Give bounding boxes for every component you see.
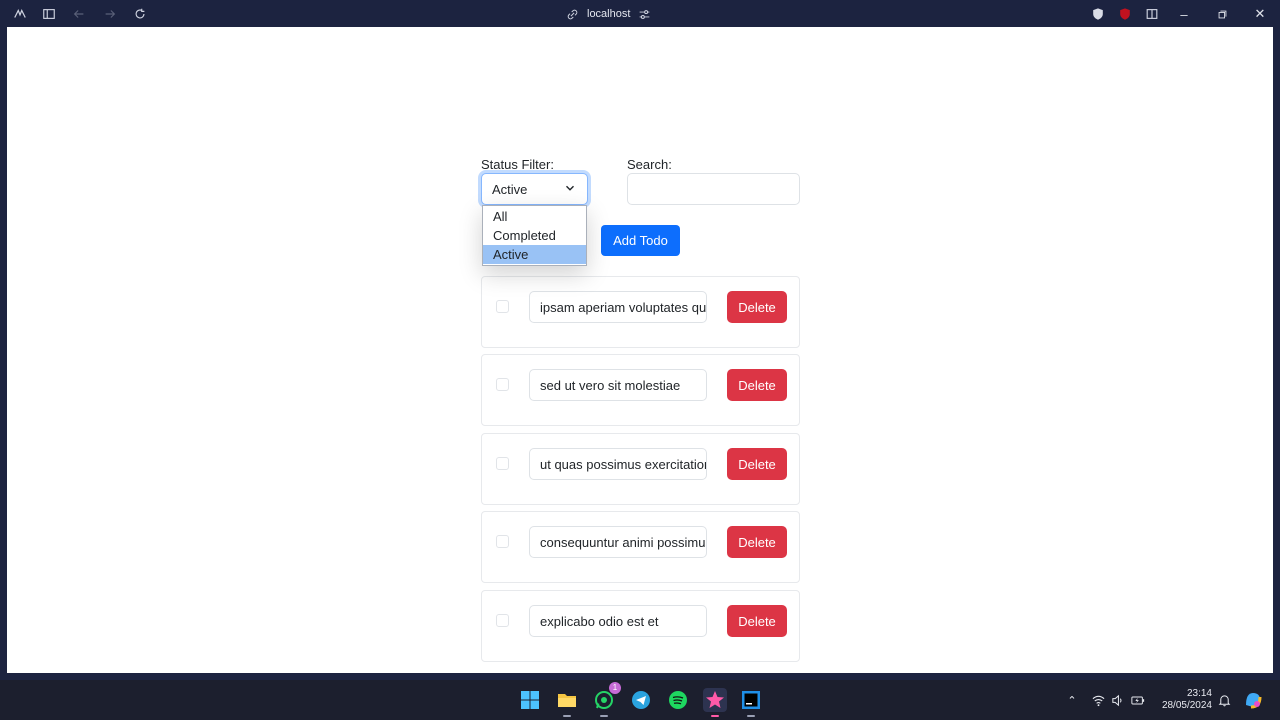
browser-titlebar: localhost – ✕ (0, 0, 1280, 27)
taskbar: 1 ⌃ 23:14 28/05/2024 (0, 680, 1280, 720)
sidebar-toggle-icon[interactable] (40, 5, 58, 23)
todo-checkbox[interactable] (496, 614, 509, 627)
status-filter-label: Status Filter: (481, 157, 554, 172)
delete-button[interactable]: Delete (727, 291, 787, 323)
link-icon (567, 9, 578, 19)
delete-button[interactable]: Delete (727, 448, 787, 480)
site-settings-icon[interactable] (638, 8, 651, 21)
notification-badge: 1 (609, 682, 621, 694)
running-indicator (747, 715, 755, 717)
search-label: Search: (627, 157, 672, 172)
clock-time: 23:14 (1186, 688, 1212, 699)
running-indicator (600, 715, 608, 717)
todo-text-input[interactable]: sed ut vero sit molestiae (529, 369, 707, 401)
chevron-down-icon (566, 185, 574, 191)
reload-icon[interactable] (131, 5, 149, 23)
option-active[interactable]: Active (483, 245, 586, 264)
webstorm-icon[interactable] (739, 688, 763, 717)
browser-logo-icon[interactable] (11, 5, 29, 23)
todo-checkbox[interactable] (496, 378, 509, 391)
todo-text-input[interactable]: ut quas possimus exercitationem (529, 448, 707, 480)
option-completed[interactable]: Completed (483, 226, 586, 245)
todo-item: ut quas possimus exercitationem Delete (481, 433, 800, 505)
notification-bell-icon[interactable] (1217, 693, 1231, 707)
delete-button[interactable]: Delete (727, 605, 787, 637)
option-all[interactable]: All (483, 207, 586, 226)
todo-item: explicabo odio est et Delete (481, 590, 800, 662)
spotify-icon[interactable] (666, 688, 690, 712)
restore-icon[interactable] (1213, 5, 1231, 23)
split-view-icon[interactable] (1143, 5, 1161, 23)
todo-text-input[interactable]: ipsam aperiam voluptates qui (529, 291, 707, 323)
address-bar[interactable]: localhost (566, 5, 651, 23)
address-text: localhost (587, 8, 631, 20)
file-explorer-icon[interactable] (555, 688, 579, 717)
status-filter-value: Active (492, 182, 528, 197)
telegram-icon[interactable] (629, 688, 653, 712)
todo-text-input[interactable]: consequuntur animi possimus (529, 526, 707, 558)
status-filter-dropdown: All Completed Active (482, 205, 587, 266)
forward-arrow-icon[interactable] (101, 5, 119, 23)
clock-date: 28/05/2024 (1161, 700, 1212, 711)
wifi-icon[interactable] (1091, 693, 1105, 707)
todo-item: sed ut vero sit molestiae Delete (481, 354, 800, 426)
back-arrow-icon[interactable] (70, 5, 88, 23)
todo-text-input[interactable]: explicabo odio est et (529, 605, 707, 637)
browser-taskbar-icon[interactable] (703, 688, 727, 717)
page-viewport: Status Filter: Search: Active All Comple… (7, 27, 1273, 673)
todo-checkbox[interactable] (496, 457, 509, 470)
todo-item: ipsam aperiam voluptates qui Delete (481, 276, 800, 348)
shield-icon[interactable] (1089, 5, 1107, 23)
status-filter-select[interactable]: Active (481, 173, 588, 205)
active-indicator (711, 715, 719, 717)
delete-button[interactable]: Delete (727, 526, 787, 558)
chevron-up-icon[interactable]: ⌃ (1065, 693, 1079, 707)
minimize-icon[interactable]: – (1175, 5, 1193, 23)
windows-start-icon[interactable] (518, 688, 542, 712)
todo-checkbox[interactable] (496, 535, 509, 548)
running-indicator (563, 715, 571, 717)
close-icon[interactable]: ✕ (1251, 5, 1269, 23)
volume-icon[interactable] (1110, 693, 1124, 707)
ublock-icon[interactable] (1116, 5, 1134, 23)
copilot-icon[interactable] (1242, 689, 1264, 711)
battery-icon[interactable] (1131, 693, 1145, 707)
todo-item: consequuntur animi possimus Delete (481, 511, 800, 583)
search-input[interactable] (627, 173, 800, 205)
whatsapp-icon[interactable]: 1 (592, 682, 621, 717)
system-clock[interactable]: 23:14 28/05/2024 (1150, 688, 1212, 712)
todo-checkbox[interactable] (496, 300, 509, 313)
add-todo-button[interactable]: Add Todo (601, 225, 680, 256)
delete-button[interactable]: Delete (727, 369, 787, 401)
